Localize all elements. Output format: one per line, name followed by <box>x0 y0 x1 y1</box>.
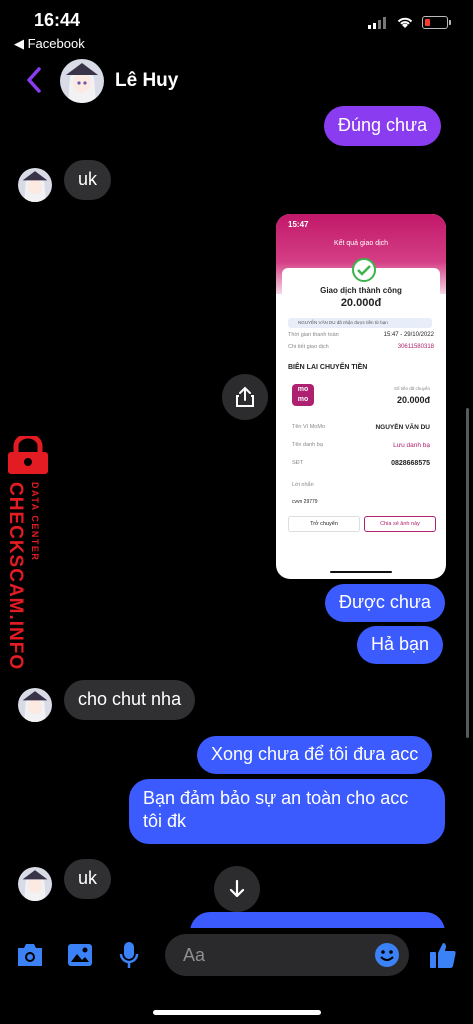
scrollbar[interactable] <box>466 408 469 738</box>
contact-avatar-small <box>18 168 52 202</box>
thumbs-up-icon[interactable] <box>428 940 458 970</box>
watermark-big: CHECKSCAM.INFO <box>5 482 26 671</box>
message-bubble-received[interactable]: cho chut nha <box>64 680 196 720</box>
microphone-icon[interactable] <box>118 940 140 970</box>
label: Thời gian thanh toán <box>288 332 339 338</box>
signal-icon <box>368 16 386 29</box>
message-bubble-sent[interactable]: Được chưa <box>325 584 445 622</box>
emoji-icon[interactable] <box>374 942 400 968</box>
back-chevron-icon[interactable] <box>24 66 46 94</box>
label: Lời nhắn <box>292 482 314 488</box>
contact-avatar-small <box>18 688 52 722</box>
receipt-status-card: Giao dịch thành công 20.000đ <box>282 258 440 320</box>
value: Lưu danh bạ <box>393 442 430 449</box>
value: NGUYỄN VĂN DU <box>375 424 430 431</box>
receipt-section-title: BIÊN LAI CHUYỂN TIỀN <box>288 364 368 371</box>
momo-logo: mo mo <box>292 384 314 406</box>
status-icons <box>368 16 451 29</box>
receipt-amount: 20.000đ <box>340 297 382 309</box>
message-bubble-sent[interactable]: Hả bạn <box>357 626 444 664</box>
arrow-down-icon <box>229 879 245 898</box>
receipt-time: 15:47 <box>288 220 309 229</box>
share-image-button[interactable]: Chia sẻ ảnh này <box>364 516 436 532</box>
home-indicator <box>153 1010 321 1015</box>
value: 30611580318 <box>397 344 434 350</box>
receipt-image[interactable]: 15:47 Kết quả giao dịch Giao dịch thành … <box>276 214 446 579</box>
transfer-again-button[interactable]: Trở chuyển <box>288 516 360 532</box>
wifi-icon <box>397 17 413 28</box>
value: 20.000đ <box>396 395 430 405</box>
label: Chi tiết giao dịch <box>288 344 329 350</box>
success-check-icon <box>352 258 376 282</box>
message-bubble-received[interactable]: uk <box>64 859 112 899</box>
status-time: 16:44 <box>34 10 81 30</box>
label: SĐT <box>292 460 303 466</box>
share-icon <box>236 386 254 407</box>
label: Tên danh bạ <box>292 442 323 448</box>
receipt-notice: NGUYỄN VĂN DU đã nhận được tiền từ bạn <box>288 318 432 328</box>
contact-avatar-small <box>18 867 52 901</box>
contact-name[interactable]: Lê Huy <box>115 70 178 92</box>
contact-avatar[interactable] <box>60 59 104 103</box>
receipt-status: Giao dịch thành công <box>320 286 402 295</box>
gallery-icon[interactable] <box>66 942 94 968</box>
share-button[interactable] <box>222 374 268 420</box>
message-input-placeholder: Aa <box>183 945 206 965</box>
value: cvvn 29779 <box>292 499 318 505</box>
scroll-down-button[interactable] <box>214 866 260 912</box>
value: 15:47 - 29/10/2022 <box>383 332 434 338</box>
receipt-title: Kết quả giao dịch <box>333 240 389 247</box>
momo-top: mo <box>297 386 309 393</box>
label: Tên Ví MoMo <box>292 424 326 430</box>
battery-icon <box>422 16 448 29</box>
camera-icon[interactable] <box>15 942 45 968</box>
value: 0828668575 <box>391 460 430 467</box>
watermark-small: DATA CENTER <box>30 482 40 562</box>
message-bubble-sent[interactable]: Bạn đảm bảo sự an toàn cho acc tôi đk <box>129 779 445 844</box>
message-bubble-received[interactable]: uk <box>64 160 112 200</box>
label: Số tiền đã chuyển <box>393 386 430 391</box>
lock-icon <box>8 436 48 474</box>
message-bubble-sent[interactable]: Xong chưa để tôi đưa acc <box>197 736 433 774</box>
back-to-facebook-link[interactable]: ◀ Facebook <box>14 36 85 52</box>
momo-bottom: mo <box>297 396 309 403</box>
watermark: DATA CENTER CHECKSCAM.INFO <box>0 436 64 670</box>
message-bubble-sent[interactable]: Đúng chưa <box>324 106 442 146</box>
